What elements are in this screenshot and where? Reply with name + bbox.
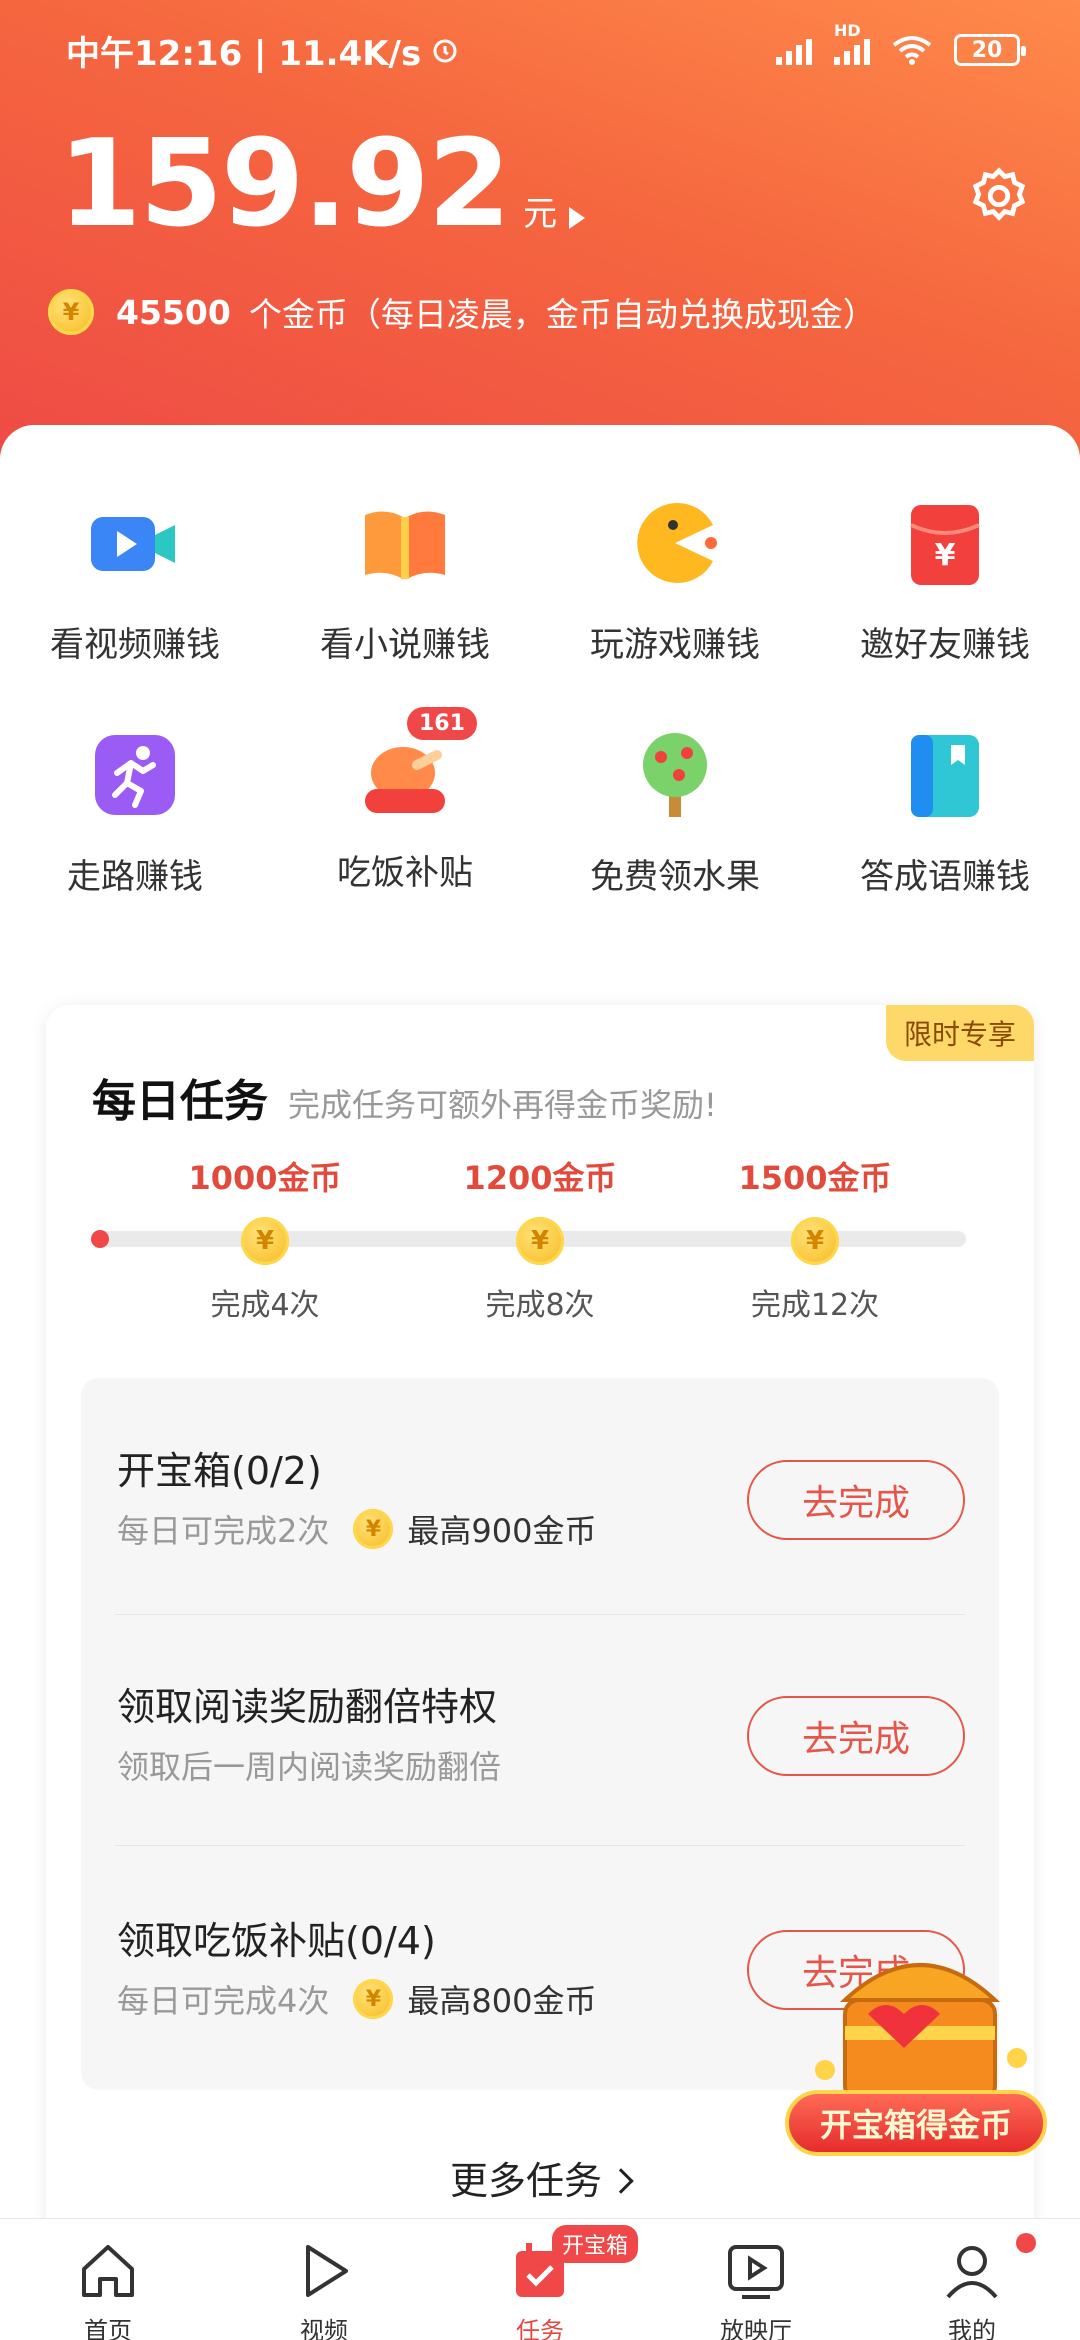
tab-home[interactable]: 首页 (0, 2219, 216, 2340)
balance-amount: 159.92 (58, 115, 511, 254)
coin-icon: ¥ (353, 1979, 394, 2019)
go-complete-button[interactable]: 去完成 (747, 1460, 965, 1540)
grid-label: 答成语赚钱 (860, 857, 1030, 897)
go-complete-button[interactable]: 去完成 (747, 1696, 965, 1776)
red-envelope-icon: ¥ (910, 505, 980, 585)
grid-item-video[interactable]: 看视频赚钱 (0, 495, 270, 666)
milestone-reward: 1000金币 (188, 1159, 342, 1197)
tab-badge: 开宝箱 (552, 2225, 639, 2263)
book-icon (365, 511, 445, 579)
list-item: 领取阅读奖励翻倍特权 领取后一周内阅读奖励翻倍 去完成 (81, 1614, 999, 1846)
reward-progress: 1000金币 ¥ 完成4次 1200金币 ¥ 完成8次 1500金币 ¥ 完成1… (46, 1145, 1034, 1325)
grid-label: 看视频赚钱 (50, 625, 220, 665)
milestone-reward: 1500金币 (738, 1159, 892, 1197)
task-name: 开宝箱(0/2) (117, 1449, 322, 1493)
milestone-count: 完成8次 (485, 1288, 595, 1323)
fruit-tree-icon (643, 733, 707, 817)
treasure-chest-float-button[interactable]: 开宝箱得金币 (785, 1940, 1055, 2180)
play-icon (306, 2245, 348, 2297)
limited-offer-tag: 限时专享 (885, 1005, 1034, 1061)
status-bar: 中午12:16 | 11.4K/s HD 20 (0, 0, 1080, 100)
bottom-tab-bar: 首页 视频 开宝箱 任务 放映厅 我的 (0, 2218, 1080, 2340)
grid-item-walk[interactable]: 走路赚钱 (0, 727, 270, 898)
chicken-leg-icon (365, 747, 445, 813)
running-icon (95, 735, 175, 815)
milestone-count: 完成12次 (750, 1288, 880, 1323)
task-desc: 每日可完成2次 ¥ 最高900金币 (117, 1506, 596, 1552)
grid-item-invite[interactable]: ¥ 邀好友赚钱 (810, 495, 1080, 666)
grid-item-novel[interactable]: 看小说赚钱 (270, 495, 540, 666)
settings-gear-icon[interactable] (968, 165, 1030, 227)
milestone-coin-icon: ¥ (516, 1217, 564, 1265)
tab-video[interactable]: 视频 (216, 2219, 432, 2340)
home-icon (82, 2245, 134, 2297)
grid-item-meal[interactable]: 161 吃饭补贴 (270, 707, 540, 894)
idiom-book-icon (911, 735, 979, 817)
milestone-count: 完成4次 (210, 1288, 320, 1323)
milestone-coin-icon: ¥ (241, 1217, 289, 1265)
task-reward: 最高900金币 (407, 1512, 597, 1550)
treasure-label: 开宝箱得金币 (785, 2090, 1047, 2156)
signal-hd-icon: HD (834, 21, 870, 65)
task-desc: 领取后一周内阅读奖励翻倍 (117, 1748, 502, 1786)
tab-profile[interactable]: 我的 (864, 2219, 1080, 2340)
daily-subtitle: 完成任务可额外再得金币奖励! (288, 1086, 717, 1124)
divider (115, 1845, 965, 1846)
grid-item-idiom[interactable]: 答成语赚钱 (810, 727, 1080, 898)
chevron-right-icon (608, 2168, 634, 2194)
task-name: 领取吃饭补贴(0/4) (117, 1919, 436, 1963)
alarm-icon (433, 39, 457, 63)
battery-icon: 20 (954, 34, 1026, 66)
treasure-chest-icon (815, 1963, 1027, 2102)
user-icon (946, 2246, 998, 2299)
task-desc: 每日可完成4次 ¥ 最高800金币 (117, 1976, 596, 2022)
balance-display[interactable]: 159.92 元 (58, 115, 586, 254)
notification-dot (1016, 2233, 1036, 2253)
grid-label: 看小说赚钱 (320, 625, 490, 665)
task-reward: 最高800金币 (407, 1982, 597, 2020)
daily-title-row: 每日任务 完成任务可额外再得金币奖励! (92, 1065, 717, 1129)
svg-text:¥: ¥ (935, 538, 956, 573)
wifi-icon (892, 36, 932, 65)
task-name: 领取阅读奖励翻倍特权 (117, 1685, 498, 1729)
tab-tasks[interactable]: 开宝箱 任务 (432, 2219, 648, 2340)
grid-label: 邀好友赚钱 (860, 625, 1030, 665)
grid-item-game[interactable]: 玩游戏赚钱 (540, 495, 810, 666)
coin-count: 45500 (116, 292, 231, 332)
daily-title: 每日任务 (92, 1076, 268, 1127)
tab-theater[interactable]: 放映厅 (648, 2219, 864, 2340)
coin-icon: ¥ (353, 1509, 394, 1549)
coin-note: 个金币（每日凌晨，金币自动兑换成现金） (248, 295, 876, 334)
milestone-reward: 1200金币 (463, 1159, 617, 1197)
milestone-coin-icon: ¥ (791, 1217, 839, 1265)
balance-arrow-icon (569, 207, 586, 229)
grid-label: 吃饭补贴 (337, 853, 473, 893)
grid-label: 玩游戏赚钱 (590, 625, 760, 665)
progress-current-dot (91, 1230, 109, 1248)
coin-summary: ¥ 45500 个金币（每日凌晨，金币自动兑换成现金） (48, 288, 876, 336)
grid-label: 走路赚钱 (67, 857, 203, 897)
screen-play-icon (728, 2245, 784, 2299)
balance-unit: 元 (523, 194, 558, 234)
grid-label: 免费领水果 (590, 857, 760, 897)
balance-header: 中午12:16 | 11.4K/s HD 20 159.92 元 ¥ 45500… (0, 0, 1080, 470)
meal-badge: 161 (407, 707, 477, 740)
pacman-icon (637, 503, 717, 583)
coin-icon: ¥ (48, 289, 94, 335)
signal-icon (776, 35, 812, 65)
grid-item-fruit[interactable]: 免费领水果 (540, 727, 810, 898)
list-item: 开宝箱(0/2) 每日可完成2次 ¥ 最高900金币 去完成 (81, 1378, 999, 1610)
status-time: 中午12:16 | 11.4K/s (66, 33, 422, 74)
video-camera-icon (91, 517, 175, 571)
